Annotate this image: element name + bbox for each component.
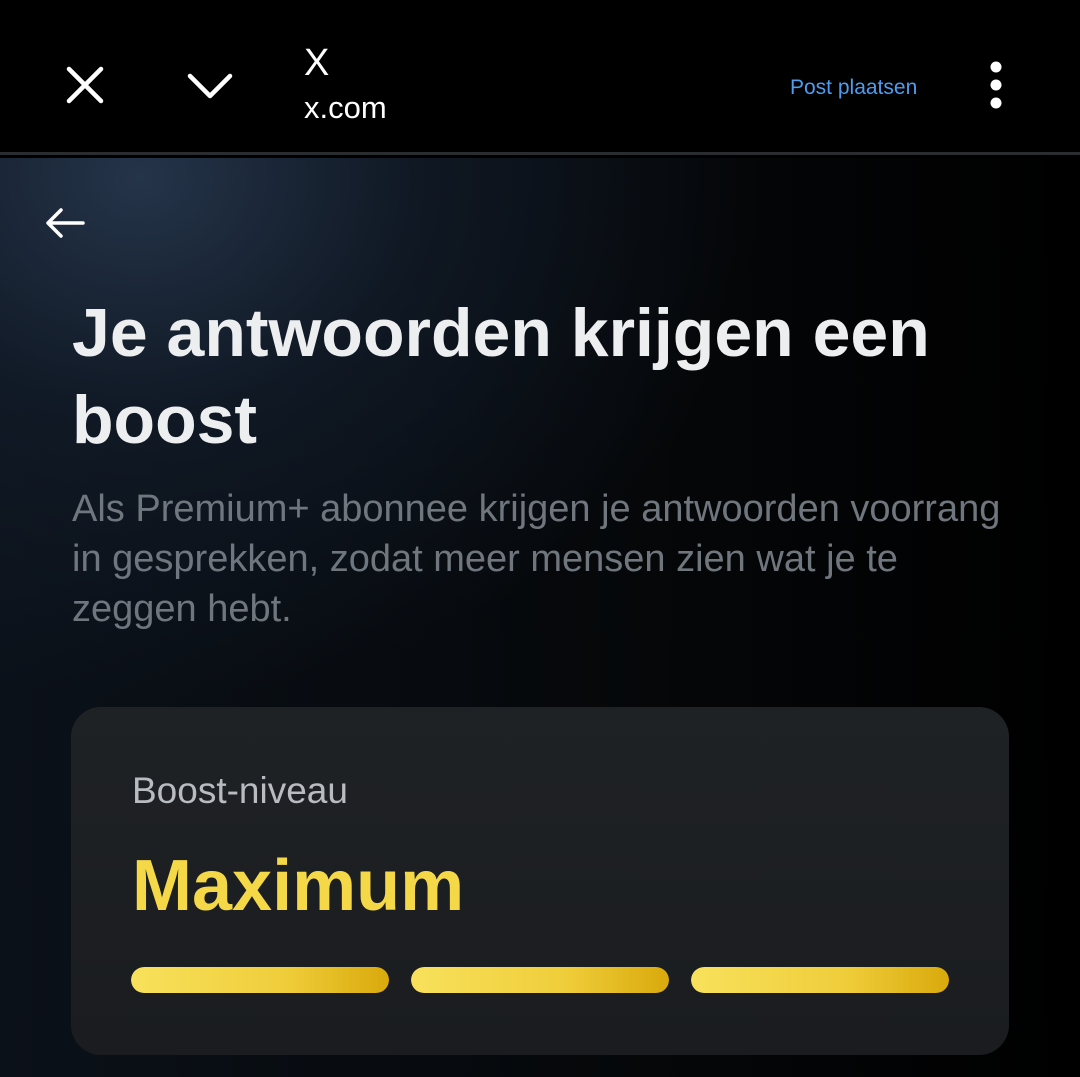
boost-level-segment (691, 967, 949, 993)
page-title: Je antwoorden krijgen een boost (72, 295, 930, 458)
back-button[interactable] (40, 198, 90, 248)
boost-level-segment (131, 967, 389, 993)
site-domain: x.com (304, 90, 387, 125)
boost-level-segment-fill (691, 967, 949, 993)
browser-top-bar: X x.com Post plaatsen (0, 0, 1080, 155)
site-info: X x.com (304, 38, 387, 128)
boost-level-value: Maximum (132, 846, 465, 926)
boost-level-segment (411, 967, 669, 993)
page-description: Als Premium+ abonnee krijgen je antwoord… (72, 488, 1001, 630)
boost-level-card: Boost-niveau Maximum (71, 707, 1009, 1055)
post-button[interactable]: Post plaatsen (790, 74, 917, 102)
boost-level-segment-fill (131, 967, 389, 993)
premium-boost-page: Je antwoorden krijgen een boost Als Prem… (0, 158, 1080, 1077)
boost-level-segment-fill (411, 967, 669, 993)
boost-level-meter (131, 967, 949, 993)
more-vertical-icon (990, 61, 1002, 109)
boost-level-label: Boost-niveau (132, 770, 348, 811)
close-icon (66, 66, 104, 104)
collapse-button[interactable] (175, 50, 245, 120)
more-options-button[interactable] (966, 50, 1026, 120)
chevron-down-icon (187, 73, 233, 99)
site-title: X (304, 42, 330, 84)
arrow-left-icon (46, 208, 85, 238)
close-button[interactable] (50, 50, 120, 120)
